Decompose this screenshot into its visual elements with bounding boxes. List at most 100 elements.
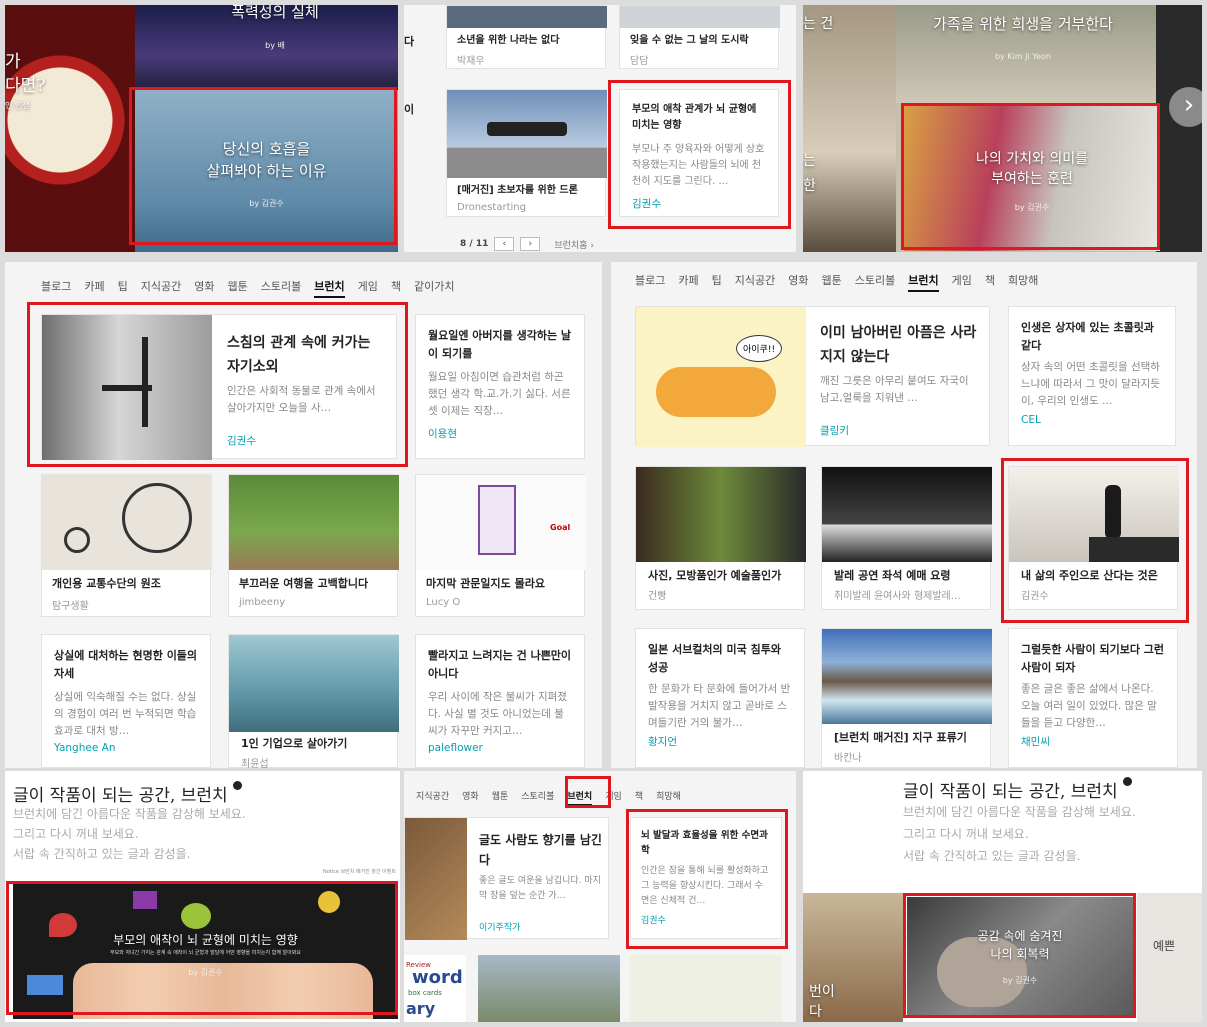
glacier-image	[822, 629, 992, 724]
doodle-tower	[478, 485, 516, 555]
dark-photo	[1156, 5, 1202, 252]
top-title: 가족을 위한 희생을 거부한다	[933, 15, 1113, 33]
tab-item[interactable]: 블로그	[41, 278, 71, 294]
category-tabs: 블로그 카페 팁 지식공간 영화 웹툰 스토리볼 브런치 게임 책 같이가치	[41, 278, 467, 298]
top-byline: by Kim Ji Yeon	[995, 52, 1051, 61]
pier-image	[229, 635, 399, 732]
drone-image	[447, 90, 607, 178]
card-desc: 깨진 그릇은 아무리 붙여도 자국이 남고,얼룩을 지워낸 …	[820, 375, 969, 404]
card-desc: 좋은 글도 여운을 남깁니다. 마지막 장을 덮는 순간 가…	[479, 876, 601, 901]
card-author: 취미발레 윤여사와 형제발레…	[834, 591, 961, 602]
tab-item[interactable]: 스토리볼	[261, 278, 301, 294]
card-subculture[interactable]: 일본 서브컬처의 미국 침투와 성공 한 문화가 타 문화에 들어가서 반발작용…	[635, 628, 805, 768]
tab-item[interactable]: 지식공간	[141, 278, 181, 294]
tab-item[interactable]: 책	[391, 278, 401, 294]
tab-item[interactable]: 영화	[194, 278, 214, 294]
card-monday[interactable]: 월요일엔 아버지를 생각하는 날이 되기를 월요일 아침이면 습관처럼 하곤 했…	[415, 314, 585, 459]
tab-item[interactable]: 블로그	[635, 272, 665, 288]
tab-item[interactable]: 스토리볼	[521, 789, 554, 802]
brunch-home-link[interactable]: 브런치홈 ›	[554, 238, 594, 251]
card-title: 상실에 대처하는 현명한 이들의 자세	[54, 649, 198, 680]
cartoon-image[interactable]	[630, 955, 782, 1022]
card-author: 최윤섭	[241, 759, 269, 768]
hero-title: 글이 작품이 되는 공간, 브런치	[13, 781, 243, 806]
prev-button[interactable]: ‹	[494, 237, 515, 251]
left-text-a: 가	[5, 52, 21, 72]
tab-item[interactable]: 지식공간	[735, 272, 775, 288]
highlight-box	[901, 103, 1160, 250]
card-author: CEL	[1021, 414, 1041, 426]
card-ballet[interactable]: 발레 공연 좌석 예매 요령 취미발레 윤여사와 형제발레…	[821, 466, 992, 610]
card-earth-drift[interactable]: [브런치 매거진] 지구 표류기 바칸나	[821, 628, 992, 768]
tab-item[interactable]: 같이가치	[414, 278, 454, 294]
doodle-image: Goal	[416, 475, 586, 570]
card-spark[interactable]: 빨라지고 느려지는 건 나쁜만이 아니다 우리 사이에 작은 불씨가 지펴졌다.…	[415, 634, 585, 768]
tab-item[interactable]: 팁	[712, 272, 722, 288]
tab-item[interactable]: 웹툰	[492, 789, 509, 802]
card-image	[447, 6, 607, 28]
card-photo-art[interactable]: 사진, 모방품인가 예술품인가 건빵	[635, 466, 806, 610]
card-boys[interactable]: 소년을 위한 나라는 없다 박재우	[446, 5, 607, 69]
tab-item[interactable]: 지식공간	[416, 789, 449, 802]
tab-item[interactable]: 팁	[118, 278, 128, 294]
tab-item[interactable]: 웹툰	[821, 272, 841, 288]
word-box: box cards	[408, 989, 442, 997]
tab-item[interactable]: 게임	[358, 278, 378, 294]
carousel-next-button[interactable]: ›	[1169, 87, 1202, 127]
highlight-box	[27, 302, 408, 467]
card-bike[interactable]: 개인용 교통수단의 원조 탐구생활	[41, 474, 212, 617]
tab-item[interactable]: 희망해	[656, 789, 681, 802]
tab-item[interactable]: 웹툰	[227, 278, 247, 294]
card-lunchbox[interactable]: 잊을 수 없는 그 날의 도시락 담담	[619, 5, 780, 69]
next-button[interactable]: ›	[520, 237, 541, 251]
clock-image	[5, 5, 135, 252]
hikers-image[interactable]	[478, 955, 620, 1022]
word-ary: ary	[406, 999, 436, 1018]
feature-card[interactable]: 아이쿠!! 이미 남아버린 아픔은 사라지지 않는다 깨진 그릇은 아무리 붙여…	[635, 306, 990, 447]
hero-title-text: 글이 작품이 되는 공간, 브런치	[13, 786, 228, 806]
panel-drone: 소년을 위한 나라는 없다 박재우 잊을 수 없는 그 날의 도시락 담담 다 …	[404, 5, 796, 252]
card-good-person[interactable]: 그럴듯한 사람이 되기보다 그런 사람이 되자 좋은 글은 좋은 삶에서 나온다…	[1008, 628, 1178, 768]
card-title: 일본 서브컬처의 미국 침투와 성공	[648, 643, 781, 674]
card-author: Lucy O	[426, 597, 461, 608]
tab-item[interactable]: 게임	[952, 272, 972, 288]
panel-brunch-home-a: 글이 작품이 되는 공간, 브런치 브런치에 담긴 아름다운 작품을 감상해 보…	[5, 771, 400, 1022]
highlight-box	[1001, 458, 1189, 623]
card-author: 채민씨	[1021, 736, 1050, 748]
card-loss[interactable]: 상실에 대처하는 현명한 이들의 자세 상실에 익숙해질 수는 없다. 상실의 …	[41, 634, 211, 768]
card-solo-business[interactable]: 1인 기업으로 살아가기 최윤섭	[228, 634, 399, 768]
panel-value: 가족을 위한 희생을 거부한다 by Kim Ji Yeon 는 건 는 한 나…	[803, 5, 1202, 252]
card-author: Dronestarting	[457, 202, 526, 213]
tab-item[interactable]: 브런치	[314, 278, 345, 298]
tab-item[interactable]: 카페	[84, 278, 104, 294]
tab-item[interactable]: 영화	[788, 272, 808, 288]
card-author: 탐구생활	[52, 601, 89, 612]
card-desc: 월요일 아침이면 습관처럼 하곤 했던 생각 학.교.가.기 싫다. 서른셋 이…	[428, 371, 571, 417]
card-last-gate[interactable]: Goal 마지막 관문일지도 몰라요 Lucy O	[415, 474, 586, 617]
card-author: 황지언	[648, 736, 677, 748]
right-photo	[1137, 893, 1202, 1022]
tab-item[interactable]: 카페	[678, 272, 698, 288]
highlight-box	[6, 881, 398, 1015]
tab-item[interactable]: 스토리볼	[855, 272, 895, 288]
highlight-box	[608, 80, 791, 229]
right-text: 예쁜	[1153, 939, 1176, 953]
big-wheel	[122, 483, 192, 553]
card-title: 사진, 모방품인가 예술품인가	[648, 569, 782, 582]
card-scent[interactable]: 글도 사람도 향기를 남긴다 좋은 글도 여운을 남깁니다. 마지막 장을 덮는…	[404, 817, 609, 940]
top-title: 폭력성의 실체	[231, 5, 319, 21]
card-author: 담담	[630, 56, 649, 67]
card-chocolate[interactable]: 인생은 상자에 있는 초콜릿과 같다 상자 속의 어떤 초콜릿을 선택하느냐에 …	[1008, 306, 1176, 446]
tab-item[interactable]: 영화	[462, 789, 479, 802]
word-cloud-image[interactable]: Review word box cards ary	[404, 955, 466, 1022]
panel-brunch-home-b: 글이 작품이 되는 공간, 브런치 브런치에 담긴 아름다운 작품을 감상해 보…	[803, 771, 1202, 1022]
card-title: 빨라지고 느려지는 건 나쁜만이 아니다	[428, 649, 572, 680]
notice-link[interactable]: Notice 브런치 매거진 창간 이벤트	[323, 868, 396, 875]
card-title: 월요일엔 아버지를 생각하는 날이 되기를	[428, 329, 572, 360]
tab-item[interactable]: 책	[985, 272, 995, 288]
tab-item[interactable]: 책	[635, 789, 643, 802]
tab-item[interactable]: 브런치	[908, 272, 939, 292]
tab-item[interactable]: 희망해	[1008, 272, 1038, 288]
card-kangaroo[interactable]: 부끄러운 여행을 고백합니다 jimbeeny	[228, 474, 399, 617]
card-drone[interactable]: [매거진] 초보자를 위한 드론 Dronestarting	[446, 89, 607, 217]
